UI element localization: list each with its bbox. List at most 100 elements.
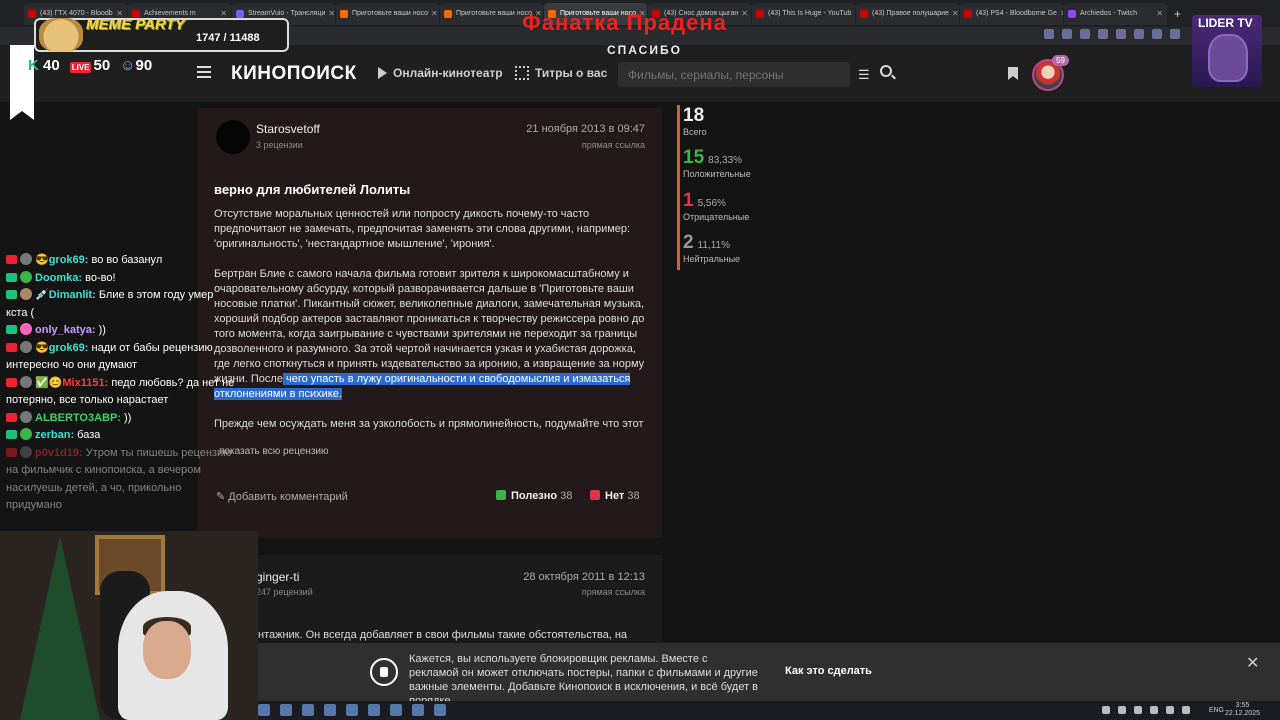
chat-avatar xyxy=(20,340,32,353)
menu-icon[interactable] xyxy=(197,66,211,78)
taskbar-app-icon[interactable] xyxy=(368,704,380,716)
site-logo[interactable]: КИНОПОИСК xyxy=(231,63,357,85)
stat-total-value: 18 xyxy=(683,105,705,126)
live-icon: LIVE xyxy=(69,62,92,73)
taskbar-app-icon[interactable] xyxy=(302,704,314,716)
hand-stop-icon xyxy=(370,658,398,686)
nav-online-cinema[interactable]: Онлайн-кинотеатр xyxy=(378,66,503,80)
taskbar-app-icon[interactable] xyxy=(412,704,424,716)
review-permalink[interactable]: прямая ссылка xyxy=(582,140,645,150)
meme-party-panel: MEME PARTY 1747 / 11488 xyxy=(34,16,289,52)
stat-negative[interactable]: 1 5,56% Отрицательные xyxy=(683,190,749,222)
christmas-tree xyxy=(20,536,100,720)
useful-button[interactable]: Полезно 38 xyxy=(496,490,572,502)
nav-titles-label: Титры о вас xyxy=(535,66,608,80)
review-author[interactable]: ginger-ti xyxy=(256,570,299,584)
stat-neutral[interactable]: 2 11,11% Нейтральные xyxy=(683,232,740,264)
taskbar-app-icon[interactable] xyxy=(390,704,402,716)
review-author-count[interactable]: 247 рецензий xyxy=(256,587,313,597)
chat-avatar xyxy=(20,288,32,300)
stat-total[interactable]: 18 Всего xyxy=(683,105,707,137)
review-author-avatar[interactable] xyxy=(216,120,250,154)
tab-label: StreamVuio - Трансляци xyxy=(248,10,326,17)
extension-icon[interactable] xyxy=(1080,29,1090,39)
stats-accent-bar xyxy=(677,105,680,270)
chat-username: Doomka: xyxy=(35,271,83,284)
tab-close-icon[interactable]: ✕ xyxy=(1153,9,1163,18)
tray-icon[interactable] xyxy=(1134,706,1142,714)
tray-icon[interactable] xyxy=(1118,706,1126,714)
new-tab-button[interactable]: + xyxy=(1174,7,1181,21)
tab-favicon-icon xyxy=(28,9,36,18)
kick-icon: K xyxy=(28,57,39,74)
tab-close-icon[interactable]: ✕ xyxy=(949,9,959,18)
adblock-how-button[interactable]: Как это сделать xyxy=(785,665,872,677)
tab-close-icon[interactable]: ✕ xyxy=(851,9,855,18)
clock[interactable]: 3:55 22.12.2025 xyxy=(1225,702,1260,718)
tab-close-icon[interactable]: ✕ xyxy=(1057,9,1063,18)
chat-avatar xyxy=(20,270,32,283)
review-author[interactable]: Starosvetoff xyxy=(256,122,320,136)
adblock-message: Кажется, вы используете блокировщик рекл… xyxy=(409,653,759,707)
review-author-count[interactable]: 3 рецензии xyxy=(256,140,303,150)
tray-icon[interactable] xyxy=(1102,706,1110,714)
tray-icon[interactable] xyxy=(1166,706,1174,714)
browser-tab[interactable]: (43) This Is Huge - YouTub✕ xyxy=(752,2,855,25)
live-stat: LIVE 50 xyxy=(69,57,110,74)
taskbar-app-icon[interactable] xyxy=(324,704,336,716)
webcam-feed xyxy=(0,531,258,720)
chat-text: )) xyxy=(95,324,106,336)
extension-icon[interactable] xyxy=(1134,29,1144,39)
extension-icon[interactable] xyxy=(1116,29,1126,39)
taskbar-apps xyxy=(258,704,446,716)
tab-close-icon[interactable]: ✕ xyxy=(738,9,748,18)
browser-tab[interactable]: Archiedos - Twitch ✕ xyxy=(1064,2,1167,25)
kick-stat: K 40 xyxy=(28,57,60,74)
stat-negative-pct: 5,56% xyxy=(697,198,726,209)
not-useful-button[interactable]: Нет 38 xyxy=(590,490,640,502)
nav-titles[interactable]: Титры о вас xyxy=(515,66,607,80)
review-permalink[interactable]: прямая ссылка xyxy=(582,587,645,597)
extension-icon[interactable] xyxy=(1098,29,1108,39)
extension-icon[interactable] xyxy=(1170,29,1180,39)
chat-avatar xyxy=(20,323,32,335)
taskbar-app-icon[interactable] xyxy=(258,704,270,716)
bookmark-icon[interactable] xyxy=(1008,67,1018,80)
tray-icon[interactable] xyxy=(1182,706,1190,714)
chat-text: во во базанул xyxy=(88,254,163,266)
tab-close-icon[interactable]: ✕ xyxy=(217,9,227,18)
stat-positive[interactable]: 15 83,33% Положительные xyxy=(683,147,751,179)
language-indicator[interactable]: ENG xyxy=(1209,707,1224,714)
extension-icon[interactable] xyxy=(1062,29,1072,39)
tab-close-icon[interactable]: ✕ xyxy=(428,9,438,18)
filter-icon[interactable]: ☰ xyxy=(858,67,870,83)
notification-badge: 59 xyxy=(1052,55,1069,66)
search-input[interactable] xyxy=(618,62,850,87)
chat-message: zerban: база xyxy=(6,427,236,445)
kick-badge-icon xyxy=(6,430,17,439)
chat-text: база xyxy=(74,429,101,441)
tray-icon[interactable] xyxy=(1150,706,1158,714)
extension-icon[interactable] xyxy=(1152,29,1162,39)
browser-tab[interactable]: Приготовьте ваши носо ✕ xyxy=(336,2,439,25)
extension-icon[interactable] xyxy=(1044,29,1054,39)
close-icon[interactable]: ✕ xyxy=(1246,653,1259,673)
tab-close-icon[interactable]: ✕ xyxy=(325,9,335,18)
meme-party-count: 1747 / 11488 xyxy=(196,32,260,44)
browser-tab[interactable]: (43) PS4 - Bloodborne Ge✕ xyxy=(960,2,1063,25)
taskbar-app-icon[interactable] xyxy=(434,704,446,716)
browser-tab[interactable]: (43) Правое полушарие ✕ xyxy=(856,2,959,25)
live-badge-icon xyxy=(6,377,17,387)
add-comment-label: Добавить комментарий xyxy=(228,491,348,503)
search-icon[interactable] xyxy=(880,65,892,77)
chat-avatar xyxy=(20,375,32,388)
live-badge-icon xyxy=(6,412,17,422)
taskbar-app-icon[interactable] xyxy=(280,704,292,716)
meme-party-title: MEME PARTY xyxy=(86,16,185,33)
chat-username: ✅😊Mix1151: xyxy=(35,376,109,389)
kick-badge-icon xyxy=(6,290,17,299)
kick-count: 40 xyxy=(43,57,60,74)
taskbar-app-icon[interactable] xyxy=(346,704,358,716)
stat-negative-label: Отрицательные xyxy=(683,212,750,222)
chat-username: 😎grok69: xyxy=(35,254,89,266)
